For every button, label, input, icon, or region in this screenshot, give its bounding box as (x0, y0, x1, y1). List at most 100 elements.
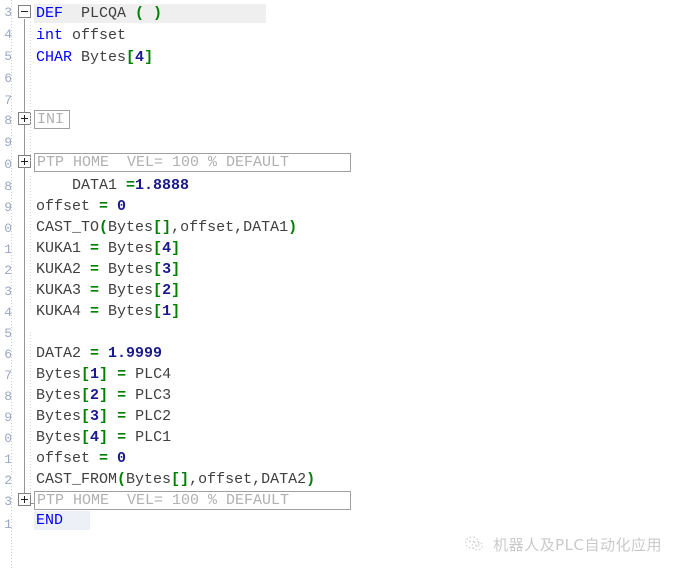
bracket-open: [ (126, 49, 136, 66)
bracket-open: [ (81, 408, 91, 425)
arguments: ,offset,DATA2 (189, 471, 307, 488)
code-line-bytes1-plc4[interactable]: Bytes[1] = PLC4 (36, 365, 171, 384)
variable-plc1: PLC1 (126, 429, 172, 446)
variable-bytes: Bytes (36, 408, 82, 425)
variable-plc2: PLC2 (126, 408, 172, 425)
bracket-close: ] (99, 408, 109, 425)
plus-icon-stem (24, 115, 25, 122)
array-index: 2 (90, 387, 100, 404)
folded-region-ptp-home-bottom[interactable]: PTP HOME VEL= 100 % DEFAULT (34, 491, 351, 510)
bracket-close: ] (99, 366, 109, 383)
assign-operator: = (117, 408, 127, 425)
code-line-kuka1[interactable]: KUKA1 = Bytes[4] (36, 239, 180, 258)
code-line-data1[interactable]: DATA1 =1.8888 (36, 176, 189, 195)
array-index: 1 (162, 303, 172, 320)
assign-operator: = (90, 345, 100, 362)
code-line-bytes3-plc2[interactable]: Bytes[3] = PLC2 (36, 407, 171, 426)
value-data2: 1.9999 (99, 345, 163, 362)
variable-bytes: Bytes (99, 261, 154, 278)
code-line-kuka3[interactable]: KUKA3 = Bytes[2] (36, 281, 180, 300)
code-line-bytes4-plc1[interactable]: Bytes[4] = PLC1 (36, 428, 171, 447)
code-line-int-offset[interactable]: int offset (36, 26, 126, 45)
array-index: 4 (90, 429, 100, 446)
function-cast-to: CAST_TO (36, 219, 100, 236)
assign-operator: = (117, 387, 127, 404)
assign-operator: = (90, 240, 100, 257)
assign-operator: = (90, 261, 100, 278)
bracket-close: ] (99, 387, 109, 404)
bracket-open: [ (81, 387, 91, 404)
code-line-end[interactable]: END (36, 511, 63, 530)
code-line-kuka4[interactable]: KUKA4 = Bytes[1] (36, 302, 180, 321)
argument-bytes: Bytes (108, 219, 154, 236)
brackets-empty: [] (171, 471, 190, 488)
fold-connector-line (24, 19, 25, 503)
assign-operator: = (99, 198, 109, 215)
variable-kuka1: KUKA1 (36, 240, 91, 257)
gutter-rail (11, 0, 12, 569)
bracket-close: ] (171, 261, 181, 278)
plus-icon-stem (24, 158, 25, 165)
variable-offset: offset (63, 27, 127, 44)
indent-guide (30, 332, 31, 497)
array-index: 3 (90, 408, 100, 425)
indent-guide (30, 22, 31, 162)
bracket-open: [ (153, 261, 163, 278)
code-editor[interactable]: 3 4 5 6 7 8 9 0 8 9 0 1 2 3 4 5 6 7 8 9 … (0, 0, 678, 569)
bracket-open: [ (153, 240, 163, 257)
assign-operator: = (117, 366, 127, 383)
fold-margin[interactable] (14, 0, 36, 569)
line-number-gutter: 3 4 5 6 7 8 9 0 8 9 0 1 2 3 4 5 6 7 8 9 … (0, 0, 14, 569)
code-line-offset-2[interactable]: offset = 0 (36, 449, 126, 468)
code-line-char-bytes[interactable]: CHAR Bytes[4] (36, 48, 153, 67)
assign-operator: = (99, 450, 109, 467)
assign-operator: = (117, 429, 127, 446)
variable-data1: DATA1 (36, 177, 127, 194)
plus-icon-stem (24, 496, 25, 503)
paren-close: ) (288, 219, 298, 236)
keyword-end: END (36, 512, 64, 529)
code-line-data2[interactable]: DATA2 = 1.9999 (36, 344, 162, 363)
code-line-def[interactable]: DEF PLCQA ( ) (36, 4, 162, 23)
variable-bytes: Bytes (36, 429, 82, 446)
folded-region-ptp-home-top[interactable]: PTP HOME VEL= 100 % DEFAULT (34, 153, 351, 172)
keyword-int: int (36, 27, 64, 44)
array-index: 4 (162, 240, 172, 257)
fold-toggle-def[interactable] (18, 5, 31, 18)
array-size: 4 (135, 49, 145, 66)
variable-bytes: Bytes (99, 303, 154, 320)
variable-kuka4: KUKA4 (36, 303, 91, 320)
code-content[interactable]: DEF PLCQA ( ) int offset CHAR Bytes[4] I… (30, 0, 678, 569)
variable-kuka2: KUKA2 (36, 261, 91, 278)
code-line-bytes2-plc3[interactable]: Bytes[2] = PLC3 (36, 386, 171, 405)
routine-name-plcqa: PLCQA (63, 5, 136, 22)
code-line-cast-to[interactable]: CAST_TO(Bytes[],offset,DATA1) (36, 218, 297, 237)
code-line-offset-1[interactable]: offset = 0 (36, 197, 126, 216)
bracket-open: [ (81, 429, 91, 446)
assign-operator: = (90, 303, 100, 320)
value-offset: 0 (108, 198, 127, 215)
variable-offset: offset (36, 450, 100, 467)
parens: ( ) (135, 5, 163, 22)
variable-bytes: Bytes (36, 387, 82, 404)
variable-bytes: Bytes (36, 366, 82, 383)
assign-operator: = (90, 282, 100, 299)
code-line-cast-from[interactable]: CAST_FROM(Bytes[],offset,DATA2) (36, 470, 315, 489)
arguments: ,offset,DATA1 (171, 219, 289, 236)
variable-data2: DATA2 (36, 345, 91, 362)
array-index: 1 (90, 366, 100, 383)
variable-offset: offset (36, 198, 100, 215)
bracket-close: ] (144, 49, 154, 66)
paren-open: ( (117, 471, 127, 488)
code-line-kuka2[interactable]: KUKA2 = Bytes[3] (36, 260, 180, 279)
value-data1: 1.8888 (135, 177, 190, 194)
indent-guide (30, 176, 31, 311)
value-offset: 0 (108, 450, 127, 467)
assign-operator: = (126, 177, 136, 194)
folded-region-ini[interactable]: INI (34, 110, 70, 129)
array-index: 2 (162, 282, 172, 299)
